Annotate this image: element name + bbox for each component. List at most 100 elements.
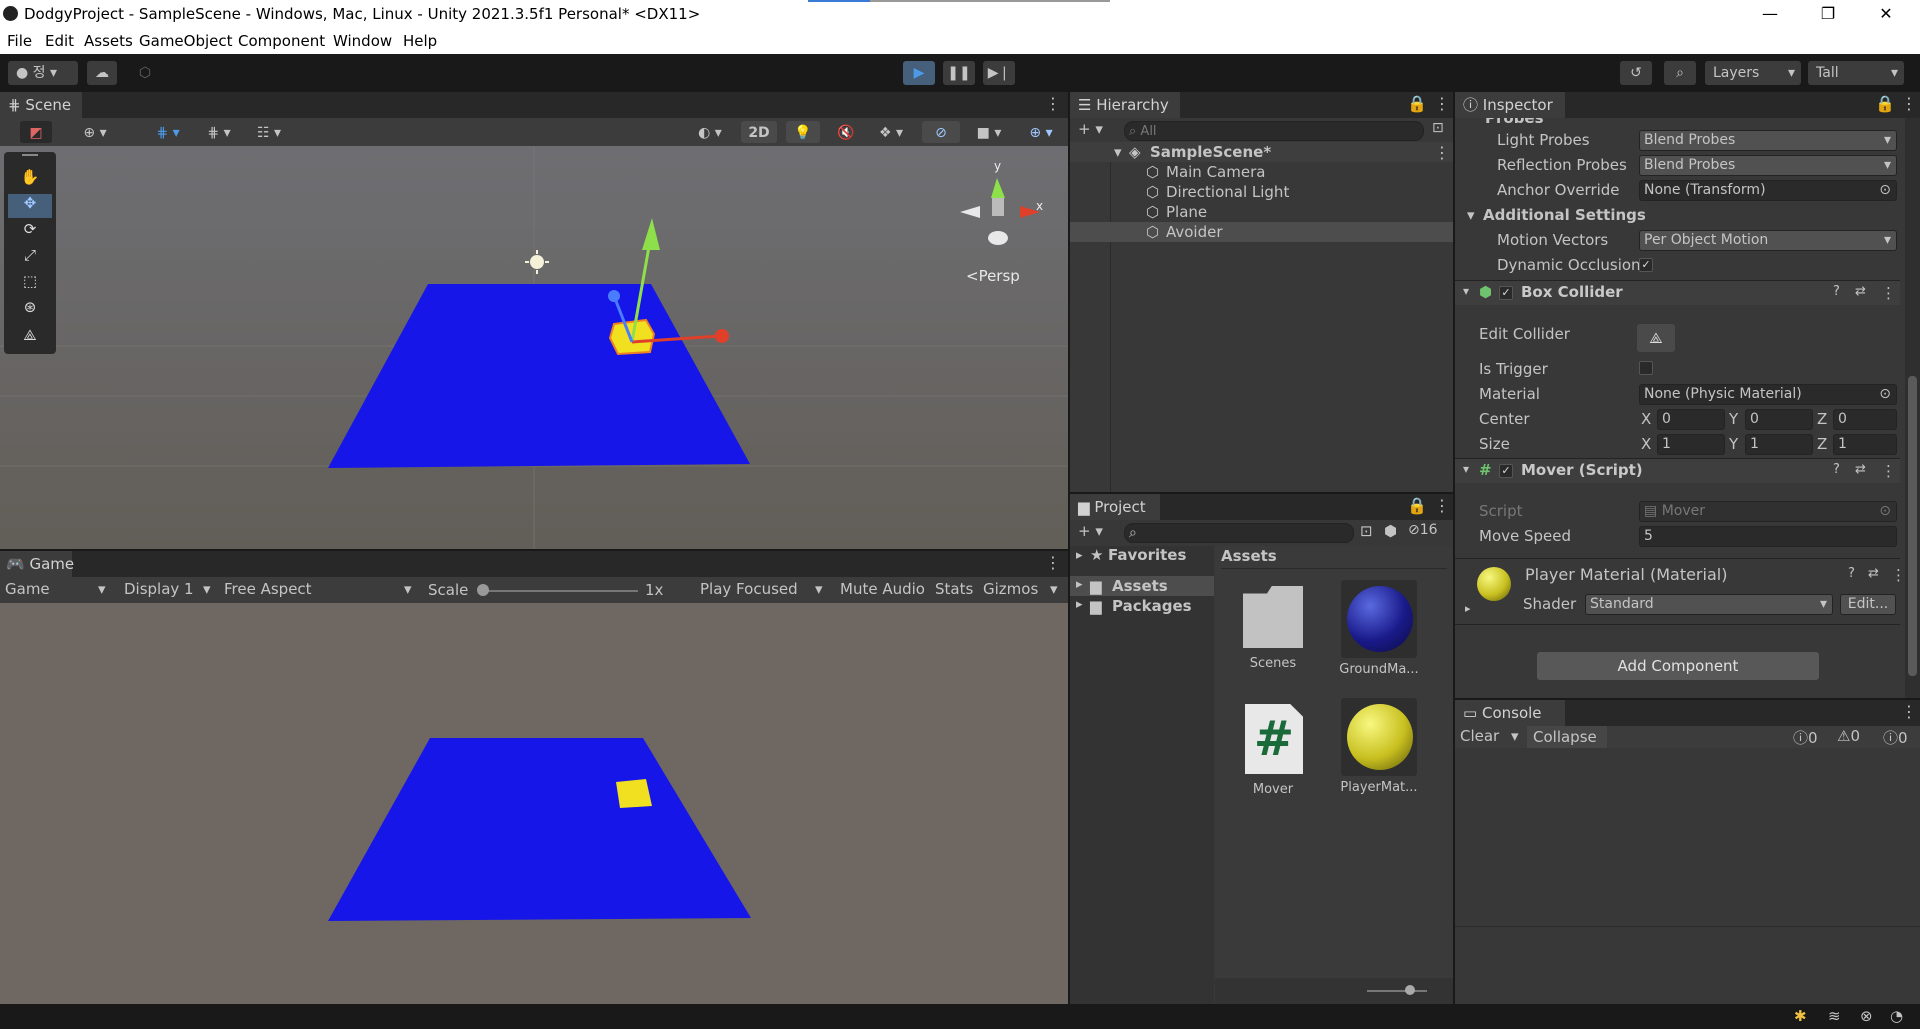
align-button[interactable]: ☷ ▾ [248,121,290,143]
maximize-button[interactable]: ❐ [1799,0,1857,28]
center-z-input[interactable]: 0 [1833,409,1897,430]
tab-project[interactable]: ▆ Project [1070,494,1160,520]
more-icon[interactable]: ⋮ [1045,553,1061,572]
menu-window[interactable]: Window [333,32,392,50]
physic-material-field[interactable]: None (Physic Material) ⊙ [1639,384,1897,405]
step-button[interactable]: ▶❘ [983,61,1015,85]
center-x-input[interactable]: 0 [1657,409,1725,430]
pause-button[interactable]: ❚❚ [943,61,975,85]
project-search-input[interactable]: ⌕ [1124,523,1354,543]
orientation-gizmo[interactable]: y x [960,159,1043,245]
shader-edit-button[interactable]: Edit... [1840,594,1896,615]
warning-toggle[interactable]: ⚠0 [1837,727,1860,745]
favorites-label[interactable]: Favorites [1108,546,1186,564]
menu-file[interactable]: File [7,32,32,50]
display-dropdown[interactable]: Display 1 [124,580,194,598]
progress-icon[interactable]: ◔ [1890,1007,1903,1025]
error-toggle[interactable]: ⓘ0 [1883,727,1908,748]
tab-game[interactable]: 🎮 Game [0,551,74,577]
more-icon[interactable]: ⋮ [1881,284,1896,302]
scale-tool[interactable]: ⤢ [8,246,52,268]
light-probes-dropdown[interactable]: Blend Probes ▾ [1639,130,1897,151]
tab-console[interactable]: ▭ Console [1455,700,1565,726]
menu-assets[interactable]: Assets [84,32,133,50]
increment-snap-button[interactable]: ⋕ ▾ [196,121,242,143]
expand-arrow-icon[interactable]: ▾ [1467,206,1475,224]
stats-button[interactable]: Stats [935,580,973,598]
edit-collider-button[interactable]: ⟁ [1637,324,1675,352]
layout-dropdown[interactable]: Tall ▾ [1808,61,1904,85]
expand-arrow-icon[interactable]: ▾ [1114,143,1122,161]
tab-inspector[interactable]: ⓘ Inspector [1455,92,1565,118]
more-icon[interactable]: ⋮ [1434,496,1450,515]
shading-dropdown[interactable]: ◐ ▾ [686,121,734,143]
anchor-override-field[interactable]: None (Transform) ⊙ [1639,180,1897,201]
asset-item[interactable]: GroundMa... [1339,580,1419,686]
play-mode-dropdown[interactable]: Play Focused [700,580,798,598]
inspector-scrollbar-thumb[interactable] [1908,376,1917,676]
scale-slider[interactable] [480,590,638,592]
menu-gameobject[interactable]: GameObject [139,32,233,50]
help-icon[interactable]: ? [1848,566,1855,581]
global-button[interactable]: ⊕ ▾ [74,121,116,143]
directional-light-gizmo[interactable] [525,250,549,274]
move-speed-input[interactable]: 5 [1639,526,1897,547]
hierarchy-item-selected[interactable]: ⬡ Avoider [1070,222,1453,242]
clear-options-dropdown[interactable]: ▾ [1511,727,1519,745]
search-scope-icon[interactable]: ⊡ [1360,522,1373,540]
shader-dropdown[interactable]: Standard ▾ [1585,594,1833,615]
lock-icon[interactable]: 🔒 [1407,496,1427,515]
add-component-button[interactable]: Add Component [1537,652,1819,680]
preset-icon[interactable]: ⇄ [1855,462,1866,477]
size-z-input[interactable]: 1 [1833,434,1897,455]
draw-mode-button[interactable]: ◩ [20,121,52,143]
lock-icon[interactable]: 🔒 [1407,94,1427,113]
create-dropdown[interactable]: + ▾ [1078,120,1103,138]
icon-size-slider[interactable] [1367,990,1427,992]
gizmos-dropdown[interactable]: ⊕ ▾ [1018,121,1064,143]
hierarchy-item[interactable]: ⬡ Directional Light [1070,182,1453,202]
auto-generate-lighting-icon[interactable]: ⊗ [1860,1007,1873,1025]
is-trigger-checkbox[interactable] [1639,361,1653,375]
icon-size-slider-handle[interactable] [1405,985,1415,995]
transform-tool[interactable]: ⊛ [8,298,52,320]
help-icon[interactable]: ? [1833,284,1840,299]
more-icon[interactable]: ⋮ [1045,94,1061,113]
expand-arrow-icon[interactable]: ▸ [1076,597,1083,612]
history-button[interactable]: ↺ [1620,61,1652,85]
aspect-dropdown[interactable]: Free Aspect [224,580,312,598]
game-view-dropdown[interactable]: Game [5,580,50,598]
hierarchy-search-input[interactable]: ⌕ All [1124,121,1424,141]
persp-label[interactable]: <Persp [966,267,1020,285]
scene-viewport[interactable]: y x <Persp ✋ ✥ ⟳ ⤢ ⬚ ⊛ ⟁ [0,146,1068,549]
effects-dropdown[interactable]: ❖ ▾ [868,121,914,143]
bug-icon[interactable]: ✱ [1794,1007,1807,1025]
hierarchy-item[interactable]: ⬡ Plane [1070,202,1453,222]
asset-item[interactable]: Scenes [1235,586,1311,686]
folder-assets[interactable]: ▸ ▆ Assets [1070,576,1214,596]
center-y-input[interactable]: 0 [1745,409,1813,430]
move-tool[interactable]: ✥ [8,194,52,218]
additional-settings-header[interactable]: Additional Settings [1483,206,1646,224]
asset-breadcrumb[interactable]: Assets [1221,547,1277,565]
lighting-toggle[interactable]: 💡 [786,121,820,143]
console-detail-divider[interactable] [1455,926,1920,927]
hidden-objects-toggle[interactable]: ⊘ [922,121,960,143]
scale-slider-handle[interactable] [477,584,489,596]
close-button[interactable]: ✕ [1857,0,1915,28]
custom-tool[interactable]: ⟁ [8,326,52,348]
mute-audio-button[interactable]: Mute Audio [840,580,925,598]
collab-button[interactable]: ⬡ [132,61,158,85]
more-icon[interactable]: ⋮ [1434,94,1450,113]
expand-arrow-icon[interactable]: ▾ [1463,284,1469,298]
grid-snap-button[interactable]: ⋕ ▾ [145,121,191,143]
rect-tool[interactable]: ⬚ [8,272,52,294]
help-icon[interactable]: ? [1833,462,1840,477]
more-icon[interactable]: ⋮ [1901,702,1917,721]
folder-packages[interactable]: ▸ ▆ Packages [1070,596,1214,616]
tab-scene[interactable]: ⋕ Scene [0,92,82,118]
size-x-input[interactable]: 1 [1657,434,1725,455]
object-picker-icon[interactable]: ⊙ [1879,181,1891,200]
expand-arrow-icon[interactable]: ▸ [1076,548,1083,563]
layers-dropdown[interactable]: Layers ▾ [1705,61,1801,85]
